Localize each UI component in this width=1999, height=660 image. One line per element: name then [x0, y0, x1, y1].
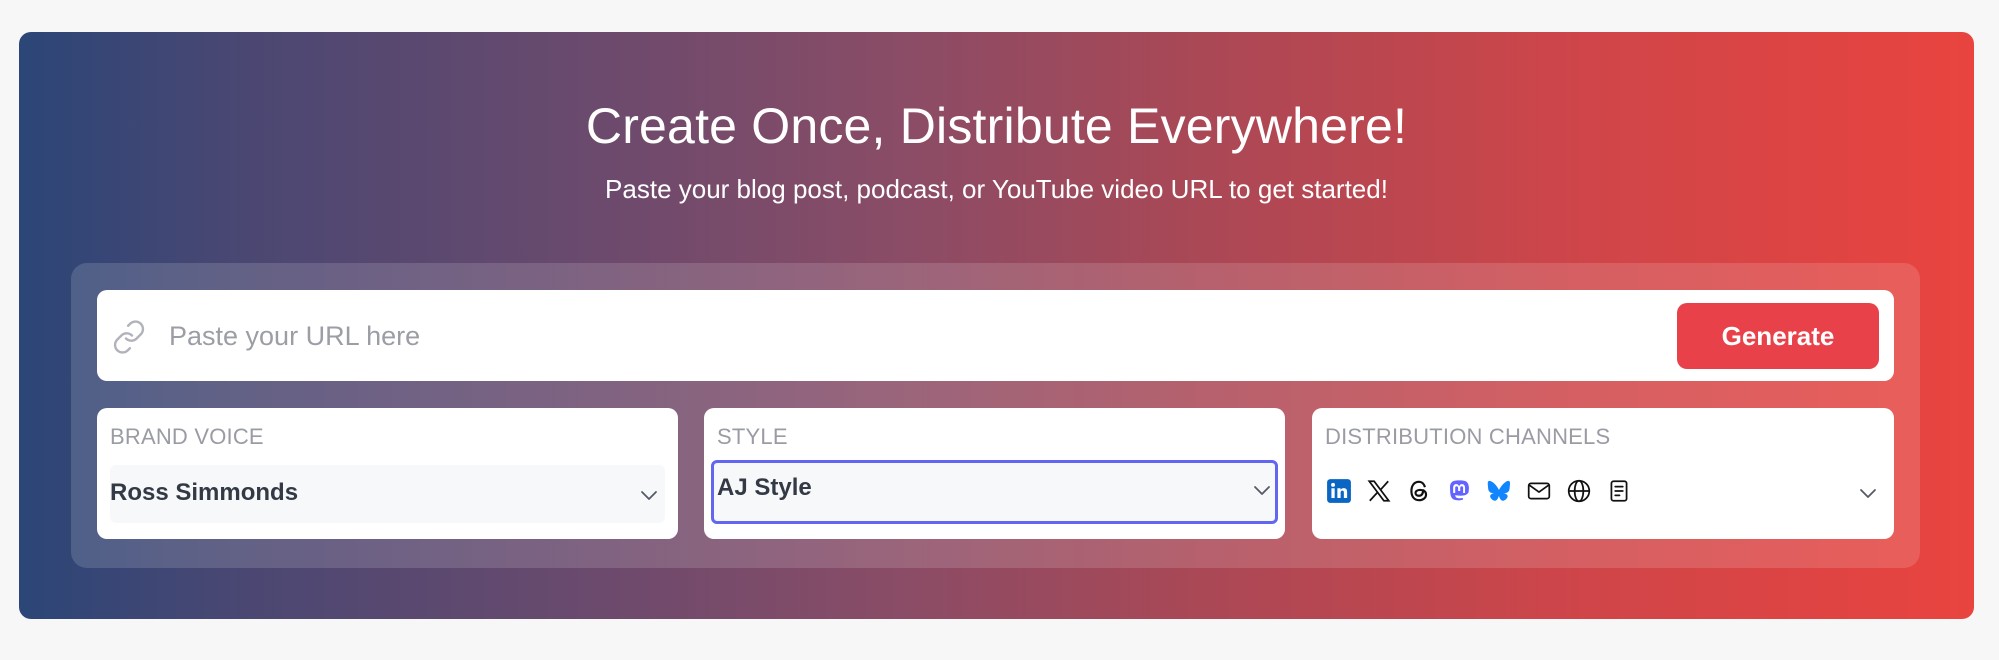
chevron-down-icon: [639, 485, 659, 505]
globe-icon: [1565, 477, 1593, 505]
brand-voice-select[interactable]: Ross Simmonds: [110, 465, 665, 523]
style-card: STYLE AJ Style: [704, 408, 1285, 539]
threads-icon: [1405, 477, 1433, 505]
bluesky-icon: [1485, 477, 1513, 505]
page-subtitle: Paste your blog post, podcast, or YouTub…: [605, 174, 1388, 204]
chevron-down-icon: [1252, 480, 1272, 500]
brand-voice-value: Ross Simmonds: [110, 479, 299, 506]
document-icon: [1605, 477, 1633, 505]
hero-banner: Create Once, Distribute Everywhere! Past…: [19, 32, 1974, 619]
brand-voice-label: BRAND VOICE: [110, 424, 264, 449]
style-label: STYLE: [717, 424, 788, 449]
brand-voice-card: BRAND VOICE Ross Simmonds: [97, 408, 678, 539]
link-icon: [111, 319, 147, 355]
url-bar: Generate: [97, 290, 1894, 381]
generate-button[interactable]: Generate: [1677, 303, 1879, 369]
page-title: Create Once, Distribute Everywhere!: [585, 98, 1408, 154]
style-select[interactable]: AJ Style: [711, 460, 1278, 524]
email-icon: [1525, 477, 1553, 505]
style-value: AJ Style: [717, 474, 812, 501]
linkedin-icon: [1325, 477, 1353, 505]
chevron-down-icon: [1858, 483, 1878, 503]
distribution-label: DISTRIBUTION CHANNELS: [1325, 424, 1611, 449]
channel-icons: [1325, 476, 1633, 506]
mastodon-icon: [1445, 477, 1473, 505]
url-input[interactable]: [167, 310, 1371, 362]
input-panel: Generate BRAND VOICE Ross Simmonds STYLE…: [71, 263, 1920, 568]
x-icon: [1365, 477, 1393, 505]
distribution-card[interactable]: DISTRIBUTION CHANNELS: [1312, 408, 1894, 539]
